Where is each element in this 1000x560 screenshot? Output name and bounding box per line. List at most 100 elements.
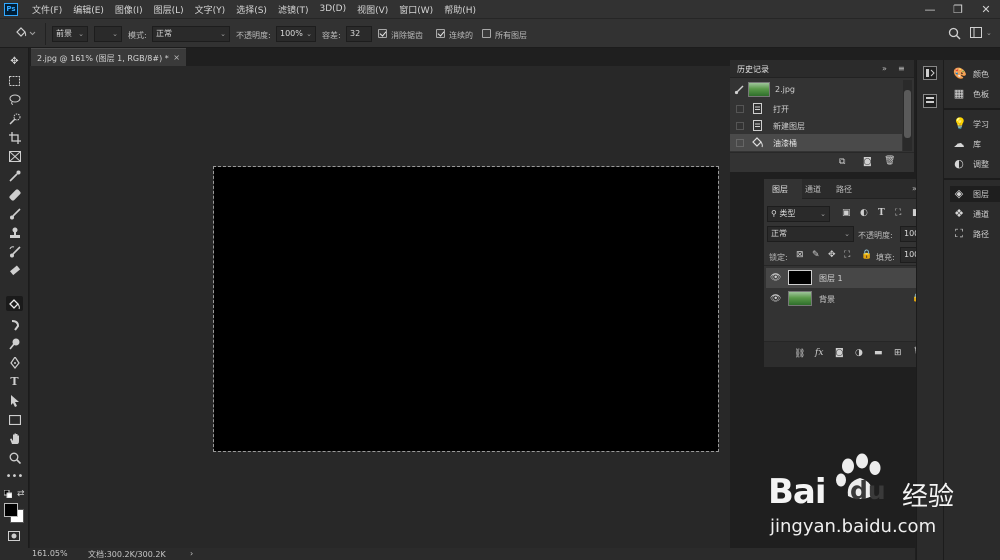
history-panel-icon[interactable] xyxy=(923,66,937,80)
layer-row-selected[interactable]: 👁 图层 1 xyxy=(766,268,931,288)
history-item[interactable]: 打开 xyxy=(730,100,902,117)
path-selection-tool-icon[interactable] xyxy=(6,393,23,408)
dock-item-libraries[interactable]: ☁ 库 xyxy=(950,136,1000,152)
layer-filter-select[interactable]: ⚲ 类型 ⌄ xyxy=(767,206,830,222)
healing-brush-tool-icon[interactable] xyxy=(6,187,23,202)
dock-item-adjustments[interactable]: ◐ 调整 xyxy=(950,156,1000,172)
menu-type[interactable]: 文字(Y) xyxy=(195,3,226,16)
pattern-picker[interactable]: ⌄ xyxy=(94,26,122,42)
menu-image[interactable]: 图像(I) xyxy=(115,3,143,16)
filter-adjustment-icon[interactable]: ◐ xyxy=(860,208,868,218)
dock-item-color[interactable]: 🎨 颜色 xyxy=(950,66,1000,82)
eye-icon[interactable]: 👁 xyxy=(770,273,781,283)
close-button[interactable]: ✕ xyxy=(972,0,1000,18)
history-panel-title[interactable]: 历史记录 xyxy=(737,64,769,75)
chevron-down-icon[interactable]: ⌄ xyxy=(986,29,992,37)
search-icon[interactable] xyxy=(948,27,961,40)
lock-image-icon[interactable]: ✎ xyxy=(812,250,820,260)
new-layer-icon[interactable]: ⊞ xyxy=(894,348,902,358)
filter-shape-icon[interactable]: ⛶ xyxy=(895,208,901,218)
clone-stamp-tool-icon[interactable] xyxy=(6,225,23,240)
menu-layer[interactable]: 图层(L) xyxy=(154,3,184,16)
move-tool-icon[interactable]: ✥ xyxy=(6,54,23,69)
history-item-active[interactable]: 油漆桶 xyxy=(730,134,902,151)
history-source-box[interactable] xyxy=(736,105,744,113)
antialias-checkbox[interactable] xyxy=(378,29,387,38)
lock-all-icon[interactable]: 🔒 xyxy=(861,250,872,260)
rectangle-tool-icon[interactable] xyxy=(6,412,23,427)
menu-3d[interactable]: 3D(D) xyxy=(319,4,346,14)
workspace-icon[interactable] xyxy=(970,27,983,39)
menu-help[interactable]: 帮助(H) xyxy=(444,3,476,16)
history-source-box[interactable] xyxy=(736,122,744,130)
menu-select[interactable]: 选择(S) xyxy=(236,3,267,16)
properties-panel-icon[interactable] xyxy=(923,94,937,108)
new-snapshot-icon[interactable]: ◙ xyxy=(863,157,872,167)
more-tools-icon[interactable]: ••• xyxy=(6,469,24,484)
lock-artboard-icon[interactable]: ⛶ xyxy=(844,250,850,260)
menu-view[interactable]: 视图(V) xyxy=(357,3,388,16)
history-brush-tool-icon[interactable] xyxy=(6,244,23,259)
minimize-button[interactable]: — xyxy=(916,0,944,18)
history-item[interactable]: 新建图层 xyxy=(730,117,902,134)
document-canvas[interactable] xyxy=(213,166,719,452)
menu-filter[interactable]: 滤镜(T) xyxy=(278,3,309,16)
blend-mode-select[interactable]: 正常 ⌄ xyxy=(767,226,854,242)
history-scrollbar[interactable] xyxy=(903,80,912,151)
frame-tool-icon[interactable] xyxy=(6,149,23,164)
dock-item-swatches[interactable]: ▦ 色板 xyxy=(950,86,1000,102)
contiguous-checkbox[interactable] xyxy=(436,29,445,38)
menu-window[interactable]: 窗口(W) xyxy=(399,3,433,16)
lock-transparent-icon[interactable]: ⊠ xyxy=(796,250,804,260)
lasso-tool-icon[interactable] xyxy=(6,92,23,107)
tab-paths[interactable]: 路径 xyxy=(836,184,852,195)
dock-item-channels[interactable]: ❖ 通道 xyxy=(950,206,1000,222)
collapse-icon[interactable]: » xyxy=(882,64,887,73)
dodge-tool-icon[interactable] xyxy=(6,336,23,351)
eyedropper-tool-icon[interactable] xyxy=(6,168,23,183)
all-layers-checkbox[interactable] xyxy=(482,29,491,38)
tab-layers[interactable]: 图层 xyxy=(772,184,788,195)
document-tab[interactable]: 2.jpg @ 161% (图层 1, RGB/8#) * × xyxy=(31,48,186,66)
restore-button[interactable]: ❐ xyxy=(944,0,972,18)
filter-pixel-icon[interactable]: ▣ xyxy=(842,208,851,218)
zoom-tool-icon[interactable] xyxy=(6,450,23,465)
menu-edit[interactable]: 编辑(E) xyxy=(73,3,104,16)
smudge-tool-icon[interactable] xyxy=(6,317,23,332)
paint-bucket-tool-preset-icon[interactable] xyxy=(14,26,36,40)
menu-file[interactable]: 文件(F) xyxy=(32,3,62,16)
crop-tool-icon[interactable] xyxy=(6,130,23,145)
dock-item-learn[interactable]: 💡 学习 xyxy=(950,116,1000,132)
fill-source-select[interactable]: 前景 ⌄ xyxy=(52,26,88,42)
swap-colors-icon[interactable]: ⇄ xyxy=(17,489,25,499)
new-group-icon[interactable]: ▬ xyxy=(874,348,883,358)
status-menu-arrow[interactable]: › xyxy=(190,549,193,558)
eraser-tool-icon[interactable] xyxy=(6,263,23,278)
history-snapshot[interactable]: 2.jpg xyxy=(730,80,902,100)
history-source-box[interactable] xyxy=(736,139,744,147)
adjustment-layer-icon[interactable]: ◑ xyxy=(855,348,863,358)
eye-icon[interactable]: 👁 xyxy=(770,294,781,304)
opacity-input[interactable]: 100% ⌄ xyxy=(276,26,316,42)
quick-selection-tool-icon[interactable] xyxy=(6,111,23,126)
filter-type-icon[interactable]: T xyxy=(878,208,885,218)
marquee-tool-icon[interactable] xyxy=(6,73,23,88)
hand-tool-icon[interactable] xyxy=(6,431,23,446)
mode-select[interactable]: 正常 ⌄ xyxy=(152,26,230,42)
scrollbar-thumb[interactable] xyxy=(904,90,911,138)
type-tool-icon[interactable]: T xyxy=(6,374,23,389)
new-document-from-state-icon[interactable]: ⧉ xyxy=(839,157,845,167)
tolerance-input[interactable]: 32 xyxy=(346,26,372,42)
link-layers-icon[interactable]: ⛓ xyxy=(794,349,805,359)
pen-tool-icon[interactable] xyxy=(6,355,23,370)
delete-icon[interactable]: 🗑 xyxy=(884,156,895,166)
dock-item-paths[interactable]: ⛶ 路径 xyxy=(950,226,1000,242)
paint-bucket-tool-icon[interactable] xyxy=(6,296,23,311)
quick-mask-icon[interactable] xyxy=(8,531,20,541)
layer-row[interactable]: 👁 背景 🔒 xyxy=(766,289,931,309)
zoom-level[interactable]: 161.05% xyxy=(32,549,68,558)
dock-item-layers[interactable]: ◈ 图层 xyxy=(950,186,1000,202)
panel-menu-icon[interactable]: ≡ xyxy=(898,64,905,73)
close-tab-icon[interactable]: × xyxy=(173,53,180,62)
brush-tool-icon[interactable] xyxy=(6,206,23,221)
